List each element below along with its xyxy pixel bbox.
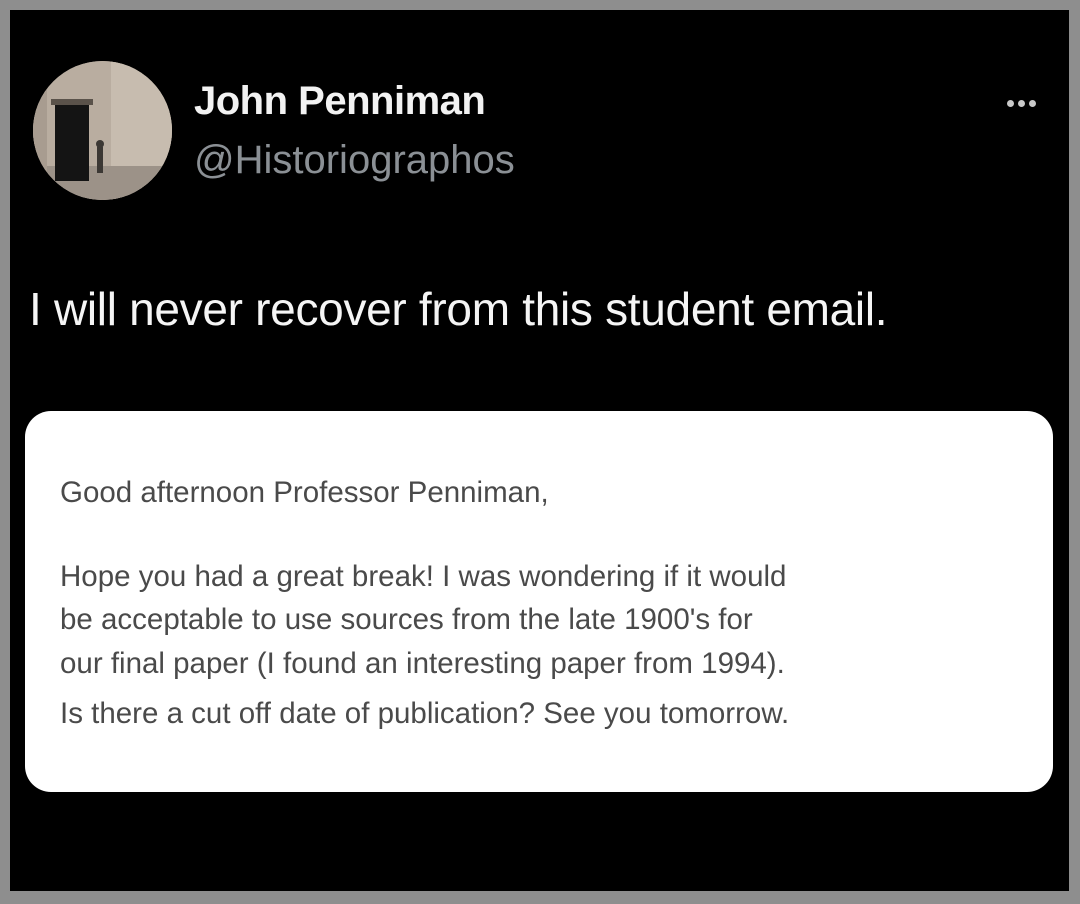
email-body-line: be acceptable to use sources from the la… [60, 603, 753, 636]
author-handle[interactable]: @Historiographos [194, 138, 515, 183]
tweet-text: I will never recover from this student e… [29, 283, 888, 335]
avatar[interactable] [33, 61, 172, 200]
more-dot [1017, 99, 1025, 107]
more-options-icon[interactable] [998, 88, 1044, 118]
email-body-line: Hope you had a great break! I was wonder… [60, 560, 787, 593]
more-dot [1006, 99, 1014, 107]
email-body-line: Is there a cut off date of publication? … [60, 697, 790, 730]
email-body-line: our final paper (I found an interesting … [60, 647, 785, 680]
author-name[interactable]: John Penniman [194, 79, 486, 124]
tweet-screenshot: John Penniman @Historiographos I will ne… [10, 10, 1069, 891]
email-greeting: Good afternoon Professor Penniman, [60, 476, 549, 509]
avatar-photo [33, 61, 172, 200]
more-dot [1028, 99, 1036, 107]
email-screenshot-card[interactable]: Good afternoon Professor Penniman, Hope … [25, 411, 1053, 792]
